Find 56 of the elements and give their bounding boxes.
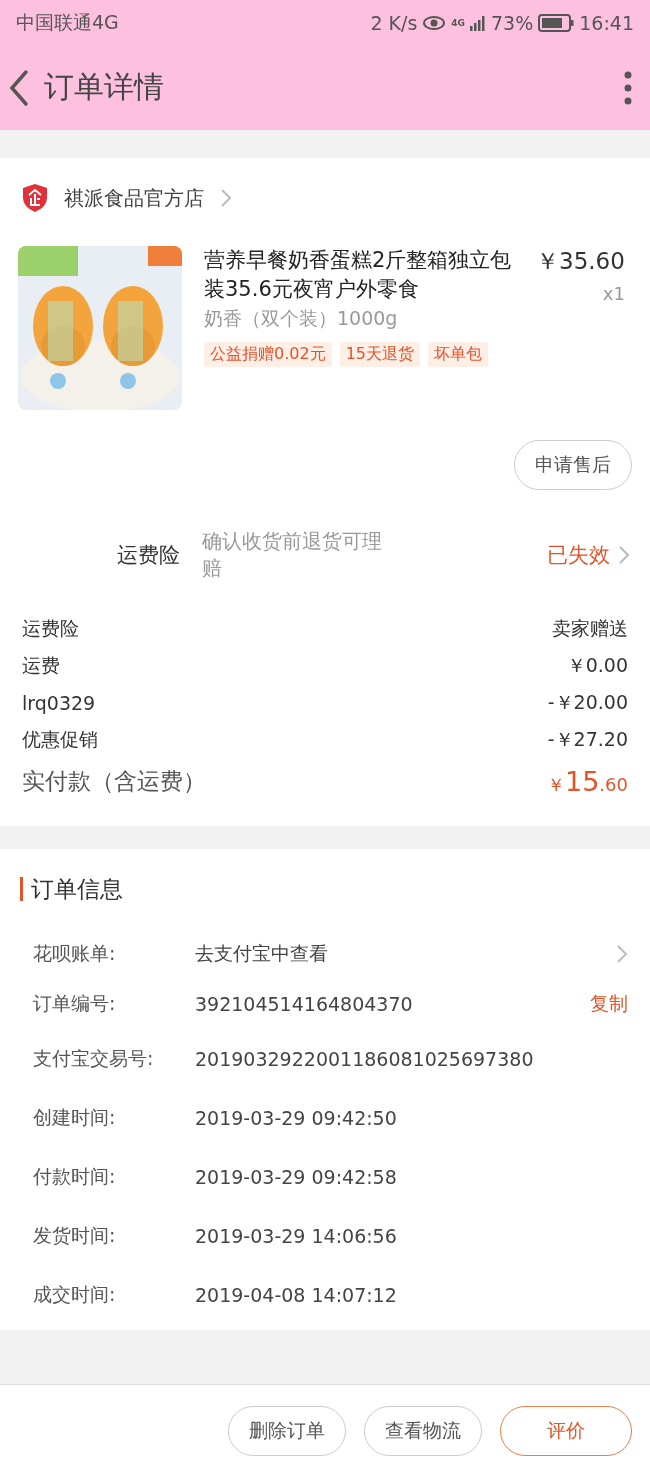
after-sale-button[interactable]: 申请售后 xyxy=(514,440,632,490)
total-label: 实付款（含运费） xyxy=(22,766,206,796)
info-label: 花呗账单: xyxy=(33,941,117,966)
info-value[interactable]: 去支付宝中查看 xyxy=(195,941,616,967)
info-label: 订单编号: xyxy=(33,991,117,1016)
page-title: 订单详情 xyxy=(44,68,165,106)
cost-label: 运费 xyxy=(22,652,60,678)
carrier-text: 中国联通4G xyxy=(16,9,119,35)
insurance-description: 确认收货前退货可理赔 xyxy=(202,528,383,582)
insurance-status[interactable]: 已失效 xyxy=(547,541,610,569)
info-label: 创建时间: xyxy=(33,1104,117,1130)
cost-label: lrq0329 xyxy=(22,691,96,714)
eye-icon xyxy=(422,14,447,31)
cost-label: 优惠促销 xyxy=(22,726,98,752)
chevron-right-icon[interactable] xyxy=(618,545,630,565)
info-label: 支付宝交易号: xyxy=(33,1045,155,1071)
cost-value: -￥20.00 xyxy=(547,689,628,715)
info-value: 392104514164804370 xyxy=(195,993,414,1015)
cost-value: 卖家赠送 xyxy=(552,615,628,641)
chevron-right-icon[interactable] xyxy=(220,188,232,208)
more-icon[interactable] xyxy=(624,70,632,105)
service-tag: 15天退货 xyxy=(339,342,420,367)
clock-time: 16:41 xyxy=(579,11,634,34)
network-speed: 2 K/s xyxy=(370,11,418,34)
battery-percent: 73% xyxy=(491,11,534,34)
copy-link[interactable]: 复制 xyxy=(590,991,628,1017)
shop-name[interactable]: 祺派食品官方店 xyxy=(64,184,204,212)
network-type: 4G xyxy=(451,17,465,28)
product-title[interactable]: 营养早餐奶香蛋糕2斤整箱独立包装35.6元夜宵户外零食 xyxy=(204,246,524,304)
cost-value: ￥0.00 xyxy=(566,652,628,678)
info-value: 2019-03-29 09:42:50 xyxy=(195,1106,398,1129)
info-label: 发货时间: xyxy=(33,1222,117,1248)
action-button[interactable]: 删除订单 xyxy=(228,1406,346,1456)
action-button[interactable]: 查看物流 xyxy=(364,1406,482,1456)
info-value: 2019-03-29 14:06:56 xyxy=(195,1224,398,1247)
info-label: 成交时间: xyxy=(33,1281,117,1307)
product-quantity: x1 xyxy=(602,283,625,304)
info-value: 2019032922001186081025697380 xyxy=(195,1047,535,1070)
info-label: 付款时间: xyxy=(33,1163,117,1189)
cost-label: 运费险 xyxy=(22,615,79,641)
service-tag: 坏单包 xyxy=(428,342,488,367)
shop-badge-icon xyxy=(22,183,48,213)
total-amount: ￥15.60 xyxy=(547,765,628,797)
insurance-label: 运费险 xyxy=(116,542,180,569)
battery-icon xyxy=(538,13,575,32)
action-button[interactable]: 评价 xyxy=(500,1406,632,1456)
info-value: 2019-04-08 14:07:12 xyxy=(195,1283,398,1306)
product-variant: 奶香（双个装）1000g xyxy=(204,306,399,331)
cost-value: -￥27.20 xyxy=(547,726,628,752)
signal-icon xyxy=(470,14,486,31)
info-value: 2019-03-29 09:42:58 xyxy=(195,1165,398,1188)
back-icon[interactable] xyxy=(8,68,30,107)
product-price: ￥35.60 xyxy=(536,247,625,276)
chevron-right-icon[interactable] xyxy=(616,944,628,964)
section-title: 订单信息 xyxy=(31,874,123,904)
service-tag: 公益捐赠0.02元 xyxy=(204,342,332,367)
